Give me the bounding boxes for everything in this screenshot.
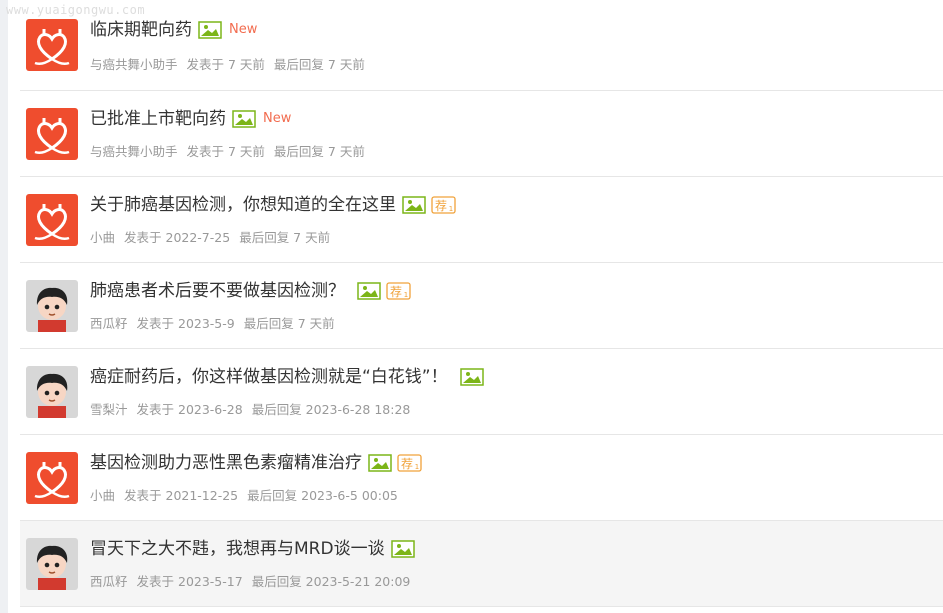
image-attachment-icon (459, 368, 484, 386)
thread-meta: 与癌共舞小助手 发表于 7 天前 最后回复 7 天前 (90, 143, 374, 161)
last-reply: 最后回复 2023-6-28 18:28 (251, 402, 411, 417)
last-reply: 最后回复 7 天前 (239, 230, 331, 245)
thread-row: 关于肺癌基因检测，你想知道的全在这里 荐1 小曲 发表于 2022-7-25 最后回… (20, 177, 943, 263)
image-attachment-icon (198, 21, 222, 39)
thread-title: 基因检测助力恶性黑色素瘤精准治疗 荐1 (90, 451, 422, 475)
thread-row: 基因检测助力恶性黑色素瘤精准治疗 荐1 小曲 发表于 2021-12-25 最后回复… (20, 435, 943, 521)
user-avatar-icon (26, 537, 78, 590)
forum-logo-icon (26, 107, 78, 160)
thread-meta: 西瓜籽 发表于 2023-5-17 最后回复 2023-5-21 20:09 (90, 573, 419, 591)
author-link[interactable]: 小曲 (90, 488, 115, 503)
recommend-label: 荐 (435, 199, 447, 213)
author-link[interactable]: 西瓜籽 (90, 574, 128, 589)
recommend-badge-icon: 荐1 (397, 454, 422, 472)
new-badge: New (263, 111, 292, 126)
post-date: 发表于 2021-12-25 (124, 488, 239, 503)
recommend-level: 1 (449, 205, 453, 213)
avatar[interactable] (26, 537, 78, 590)
last-reply: 最后回复 7 天前 (243, 316, 335, 331)
thread-meta: 小曲 发表于 2022-7-25 最后回复 7 天前 (90, 229, 339, 247)
avatar[interactable] (26, 365, 78, 418)
thread-meta: 与癌共舞小助手 发表于 7 天前 最后回复 7 天前 (90, 56, 374, 74)
avatar[interactable] (26, 107, 78, 160)
thread-title: 癌症耐药后，你这样做基因检测就是“白花钱”！ (90, 365, 484, 389)
thread-link[interactable]: 冒天下之大不韪，我想再与MRD谈一谈 (90, 537, 385, 561)
thread-row: 冒天下之大不韪，我想再与MRD谈一谈 西瓜籽 发表于 2023-5-17 最后回复 … (20, 521, 943, 607)
recommend-badge-icon: 荐1 (431, 196, 456, 214)
recommend-level: 1 (404, 291, 408, 299)
thread-meta: 雪梨汁 发表于 2023-6-28 最后回复 2023-6-28 18:28 (90, 401, 419, 419)
last-reply: 最后回复 2023-6-5 00:05 (247, 488, 398, 503)
thread-row: 癌症耐药后，你这样做基因检测就是“白花钱”！ 雪梨汁 发表于 2023-6-28 最… (20, 349, 943, 435)
last-reply: 最后回复 2023-5-21 20:09 (251, 574, 411, 589)
left-rail (0, 0, 8, 613)
post-date: 发表于 2022-7-25 (124, 230, 231, 245)
image-attachment-icon (368, 454, 392, 472)
new-badge: New (229, 22, 258, 37)
image-attachment-icon (390, 540, 415, 558)
author-link[interactable]: 与癌共舞小助手 (90, 57, 178, 72)
avatar[interactable] (26, 279, 78, 332)
image-attachment-icon (402, 196, 426, 214)
post-date: 发表于 7 天前 (186, 57, 265, 72)
recommend-label: 荐 (390, 285, 402, 299)
post-date: 发表于 7 天前 (186, 144, 265, 159)
thread-link[interactable]: 癌症耐药后，你这样做基因检测就是“白花钱”！ (90, 365, 448, 389)
user-avatar-icon (26, 279, 78, 332)
post-date: 发表于 2023-6-28 (136, 402, 243, 417)
recommend-label: 荐 (401, 457, 413, 471)
thread-link[interactable]: 关于肺癌基因检测，你想知道的全在这里 (90, 193, 396, 217)
thread-row: 肺癌患者术后要不要做基因检测？ 荐1 西瓜籽 发表于 2023-5-9 最后回复 7… (20, 263, 943, 349)
avatar[interactable] (26, 193, 78, 246)
thread-meta: 西瓜籽 发表于 2023-5-9 最后回复 7 天前 (90, 315, 344, 333)
recommend-level: 1 (415, 463, 419, 471)
thread-row: 已批准上市靶向药 New 与癌共舞小助手 发表于 7 天前 最后回复 7 天前 (20, 91, 943, 177)
thread-title: 已批准上市靶向药 New (90, 107, 291, 131)
thread-title: 冒天下之大不韪，我想再与MRD谈一谈 (90, 537, 415, 561)
post-date: 发表于 2023-5-9 (136, 316, 235, 331)
forum-logo-icon (26, 19, 78, 71)
thread-title: 肺癌患者术后要不要做基因检测？ 荐1 (90, 279, 411, 303)
thread-title: 临床期靶向药 New (90, 18, 257, 42)
author-link[interactable]: 小曲 (90, 230, 115, 245)
author-link[interactable]: 雪梨汁 (90, 402, 128, 417)
thread-meta: 小曲 发表于 2021-12-25 最后回复 2023-6-5 00:05 (90, 487, 407, 505)
image-attachment-icon (232, 110, 256, 128)
thread-row: 临床期靶向药 New 与癌共舞小助手 发表于 7 天前 最后回复 7 天前 (20, 0, 943, 91)
author-link[interactable]: 西瓜籽 (90, 316, 128, 331)
thread-link[interactable]: 临床期靶向药 (90, 18, 192, 42)
forum-logo-icon (26, 193, 78, 246)
post-date: 发表于 2023-5-17 (136, 574, 243, 589)
avatar[interactable] (26, 19, 78, 71)
last-reply: 最后回复 7 天前 (273, 144, 365, 159)
thread-link[interactable]: 基因检测助力恶性黑色素瘤精准治疗 (90, 451, 362, 475)
forum-logo-icon (26, 451, 78, 504)
image-attachment-icon (357, 282, 381, 300)
thread-link[interactable]: 肺癌患者术后要不要做基因检测？ (90, 279, 345, 303)
thread-title: 关于肺癌基因检测，你想知道的全在这里 荐1 (90, 193, 456, 217)
thread-list: 临床期靶向药 New 与癌共舞小助手 发表于 7 天前 最后回复 7 天前 已批准上… (20, 0, 943, 607)
thread-link[interactable]: 已批准上市靶向药 (90, 107, 226, 131)
user-avatar-icon (26, 365, 78, 418)
last-reply: 最后回复 7 天前 (273, 57, 365, 72)
author-link[interactable]: 与癌共舞小助手 (90, 144, 178, 159)
recommend-badge-icon: 荐1 (386, 282, 411, 300)
avatar[interactable] (26, 451, 78, 504)
